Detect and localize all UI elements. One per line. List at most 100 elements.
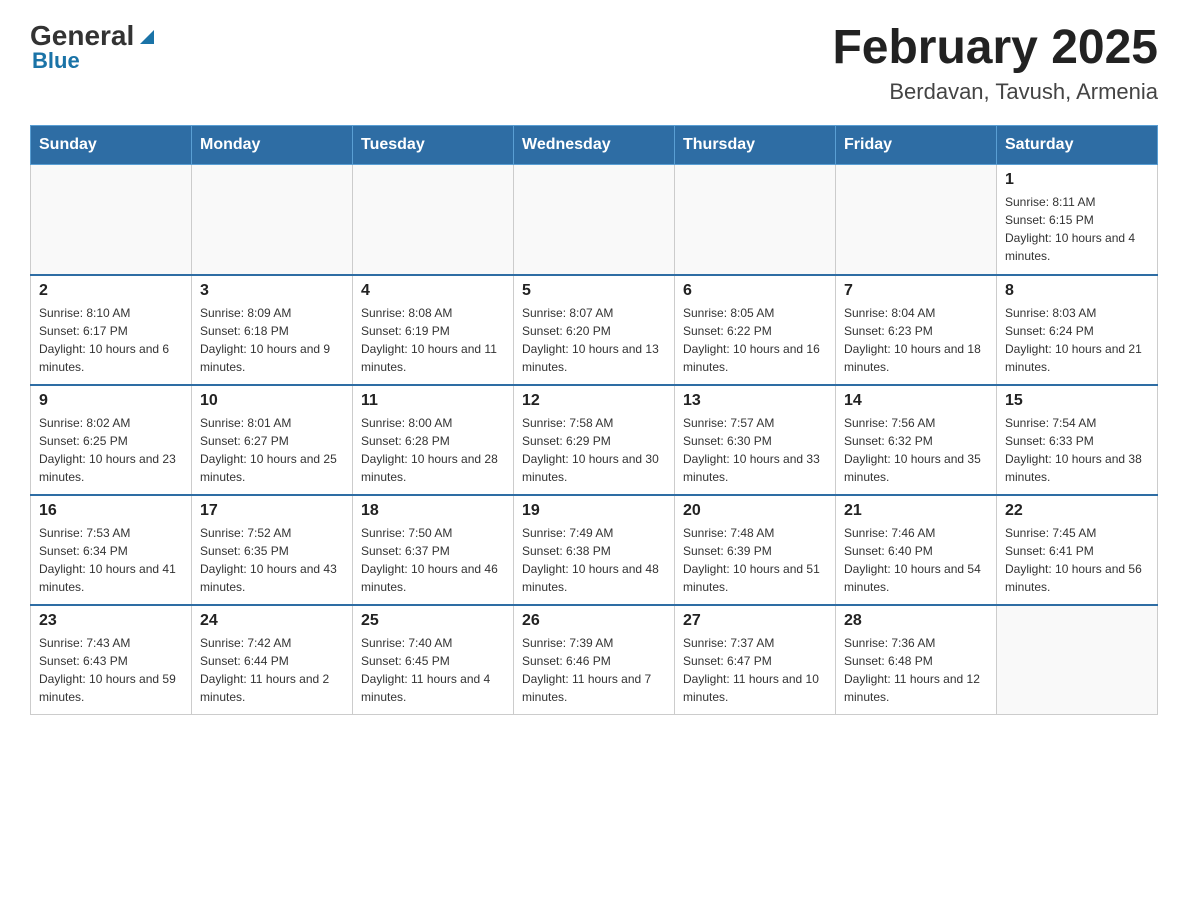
day-number: 9: [39, 392, 183, 410]
calendar-cell: [997, 605, 1158, 715]
day-info: Sunrise: 7:37 AMSunset: 6:47 PMDaylight:…: [683, 634, 827, 706]
day-number: 20: [683, 502, 827, 520]
calendar-cell: [353, 165, 514, 275]
day-info: Sunrise: 8:01 AMSunset: 6:27 PMDaylight:…: [200, 414, 344, 486]
day-number: 28: [844, 612, 988, 630]
day-number: 27: [683, 612, 827, 630]
day-info: Sunrise: 8:05 AMSunset: 6:22 PMDaylight:…: [683, 304, 827, 376]
calendar-cell: 28 Sunrise: 7:36 AMSunset: 6:48 PMDayligh…: [836, 605, 997, 715]
calendar-cell: 10 Sunrise: 8:01 AMSunset: 6:27 PMDayligh…: [192, 385, 353, 495]
calendar-cell: [836, 165, 997, 275]
calendar-cell: 4Sunrise: 8:08 AMSunset: 6:19 PMDaylight…: [353, 275, 514, 385]
calendar-cell: 5 Sunrise: 8:07 AMSunset: 6:20 PMDaylight…: [514, 275, 675, 385]
day-info: Sunrise: 7:36 AMSunset: 6:48 PMDaylight:…: [844, 634, 988, 706]
day-info: Sunrise: 7:56 AMSunset: 6:32 PMDaylight:…: [844, 414, 988, 486]
calendar-cell: [192, 165, 353, 275]
day-info: Sunrise: 7:50 AMSunset: 6:37 PMDaylight:…: [361, 524, 505, 596]
calendar-title: February 2025: [832, 20, 1158, 75]
day-info: Sunrise: 7:49 AMSunset: 6:38 PMDaylight:…: [522, 524, 666, 596]
day-info: Sunrise: 7:46 AMSunset: 6:40 PMDaylight:…: [844, 524, 988, 596]
day-info: Sunrise: 7:39 AMSunset: 6:46 PMDaylight:…: [522, 634, 666, 706]
calendar-cell: 22 Sunrise: 7:45 AMSunset: 6:41 PMDayligh…: [997, 495, 1158, 605]
day-number: 7: [844, 282, 988, 300]
day-number: 11: [361, 392, 505, 410]
day-info: Sunrise: 7:48 AMSunset: 6:39 PMDaylight:…: [683, 524, 827, 596]
calendar-cell: 17 Sunrise: 7:52 AMSunset: 6:35 PMDayligh…: [192, 495, 353, 605]
day-number: 10: [200, 392, 344, 410]
calendar-cell: 13 Sunrise: 7:57 AMSunset: 6:30 PMDayligh…: [675, 385, 836, 495]
calendar-cell: 9 Sunrise: 8:02 AMSunset: 6:25 PMDaylight…: [31, 385, 192, 495]
day-info: Sunrise: 7:57 AMSunset: 6:30 PMDaylight:…: [683, 414, 827, 486]
day-info: Sunrise: 7:54 AMSunset: 6:33 PMDaylight:…: [1005, 414, 1149, 486]
calendar-cell: 8 Sunrise: 8:03 AMSunset: 6:24 PMDaylight…: [997, 275, 1158, 385]
day-number: 12: [522, 392, 666, 410]
day-info: Sunrise: 7:45 AMSunset: 6:41 PMDaylight:…: [1005, 524, 1149, 596]
day-number: 24: [200, 612, 344, 630]
day-number: 6: [683, 282, 827, 300]
day-info: Sunrise: 8:03 AMSunset: 6:24 PMDaylight:…: [1005, 304, 1149, 376]
calendar-cell: 2 Sunrise: 8:10 AMSunset: 6:17 PMDaylight…: [31, 275, 192, 385]
calendar-cell: 24Sunrise: 7:42 AMSunset: 6:44 PMDayligh…: [192, 605, 353, 715]
col-header-sunday: Sunday: [31, 126, 192, 165]
calendar-cell: 1Sunrise: 8:11 AMSunset: 6:15 PMDaylight…: [997, 165, 1158, 275]
day-number: 2: [39, 282, 183, 300]
day-number: 15: [1005, 392, 1149, 410]
calendar-week-row: 23Sunrise: 7:43 AMSunset: 6:43 PMDayligh…: [31, 605, 1158, 715]
day-info: Sunrise: 7:52 AMSunset: 6:35 PMDaylight:…: [200, 524, 344, 596]
col-header-tuesday: Tuesday: [353, 126, 514, 165]
day-info: Sunrise: 8:10 AMSunset: 6:17 PMDaylight:…: [39, 304, 183, 376]
logo-blue: Blue: [32, 48, 80, 74]
calendar-cell: 16Sunrise: 7:53 AMSunset: 6:34 PMDayligh…: [31, 495, 192, 605]
calendar-cell: [675, 165, 836, 275]
col-header-saturday: Saturday: [997, 126, 1158, 165]
calendar-week-row: 9 Sunrise: 8:02 AMSunset: 6:25 PMDaylight…: [31, 385, 1158, 495]
day-number: 4: [361, 282, 505, 300]
day-number: 5: [522, 282, 666, 300]
calendar-cell: 18Sunrise: 7:50 AMSunset: 6:37 PMDayligh…: [353, 495, 514, 605]
calendar-cell: 7 Sunrise: 8:04 AMSunset: 6:23 PMDaylight…: [836, 275, 997, 385]
day-number: 3: [200, 282, 344, 300]
day-info: Sunrise: 8:00 AMSunset: 6:28 PMDaylight:…: [361, 414, 505, 486]
day-number: 17: [200, 502, 344, 520]
col-header-friday: Friday: [836, 126, 997, 165]
day-number: 1: [1005, 171, 1149, 189]
day-number: 14: [844, 392, 988, 410]
day-info: Sunrise: 7:43 AMSunset: 6:43 PMDaylight:…: [39, 634, 183, 706]
day-info: Sunrise: 8:09 AMSunset: 6:18 PMDaylight:…: [200, 304, 344, 376]
calendar-week-row: 2 Sunrise: 8:10 AMSunset: 6:17 PMDaylight…: [31, 275, 1158, 385]
day-info: Sunrise: 7:58 AMSunset: 6:29 PMDaylight:…: [522, 414, 666, 486]
calendar-cell: 3 Sunrise: 8:09 AMSunset: 6:18 PMDaylight…: [192, 275, 353, 385]
day-info: Sunrise: 8:07 AMSunset: 6:20 PMDaylight:…: [522, 304, 666, 376]
calendar-cell: 26 Sunrise: 7:39 AMSunset: 6:46 PMDayligh…: [514, 605, 675, 715]
day-info: Sunrise: 8:04 AMSunset: 6:23 PMDaylight:…: [844, 304, 988, 376]
calendar-header-row: SundayMondayTuesdayWednesdayThursdayFrid…: [31, 126, 1158, 165]
calendar-cell: [31, 165, 192, 275]
title-block: February 2025 Berdavan, Tavush, Armenia: [832, 20, 1158, 105]
calendar-table: SundayMondayTuesdayWednesdayThursdayFrid…: [30, 125, 1158, 715]
day-number: 13: [683, 392, 827, 410]
day-info: Sunrise: 7:53 AMSunset: 6:34 PMDaylight:…: [39, 524, 183, 596]
day-number: 22: [1005, 502, 1149, 520]
calendar-cell: 23Sunrise: 7:43 AMSunset: 6:43 PMDayligh…: [31, 605, 192, 715]
calendar-cell: 15 Sunrise: 7:54 AMSunset: 6:33 PMDayligh…: [997, 385, 1158, 495]
day-number: 26: [522, 612, 666, 630]
day-number: 19: [522, 502, 666, 520]
calendar-week-row: 1Sunrise: 8:11 AMSunset: 6:15 PMDaylight…: [31, 165, 1158, 275]
calendar-subtitle: Berdavan, Tavush, Armenia: [832, 79, 1158, 105]
calendar-cell: 20 Sunrise: 7:48 AMSunset: 6:39 PMDayligh…: [675, 495, 836, 605]
day-number: 25: [361, 612, 505, 630]
page-header: General Blue February 2025 Berdavan, Tav…: [30, 20, 1158, 105]
calendar-week-row: 16Sunrise: 7:53 AMSunset: 6:34 PMDayligh…: [31, 495, 1158, 605]
calendar-cell: 25 Sunrise: 7:40 AMSunset: 6:45 PMDayligh…: [353, 605, 514, 715]
day-number: 8: [1005, 282, 1149, 300]
day-info: Sunrise: 7:40 AMSunset: 6:45 PMDaylight:…: [361, 634, 505, 706]
day-info: Sunrise: 8:02 AMSunset: 6:25 PMDaylight:…: [39, 414, 183, 486]
calendar-cell: 11 Sunrise: 8:00 AMSunset: 6:28 PMDayligh…: [353, 385, 514, 495]
calendar-cell: 27 Sunrise: 7:37 AMSunset: 6:47 PMDayligh…: [675, 605, 836, 715]
logo: General Blue: [30, 20, 158, 74]
calendar-cell: 12 Sunrise: 7:58 AMSunset: 6:29 PMDayligh…: [514, 385, 675, 495]
calendar-cell: 6 Sunrise: 8:05 AMSunset: 6:22 PMDaylight…: [675, 275, 836, 385]
col-header-wednesday: Wednesday: [514, 126, 675, 165]
day-number: 21: [844, 502, 988, 520]
col-header-thursday: Thursday: [675, 126, 836, 165]
